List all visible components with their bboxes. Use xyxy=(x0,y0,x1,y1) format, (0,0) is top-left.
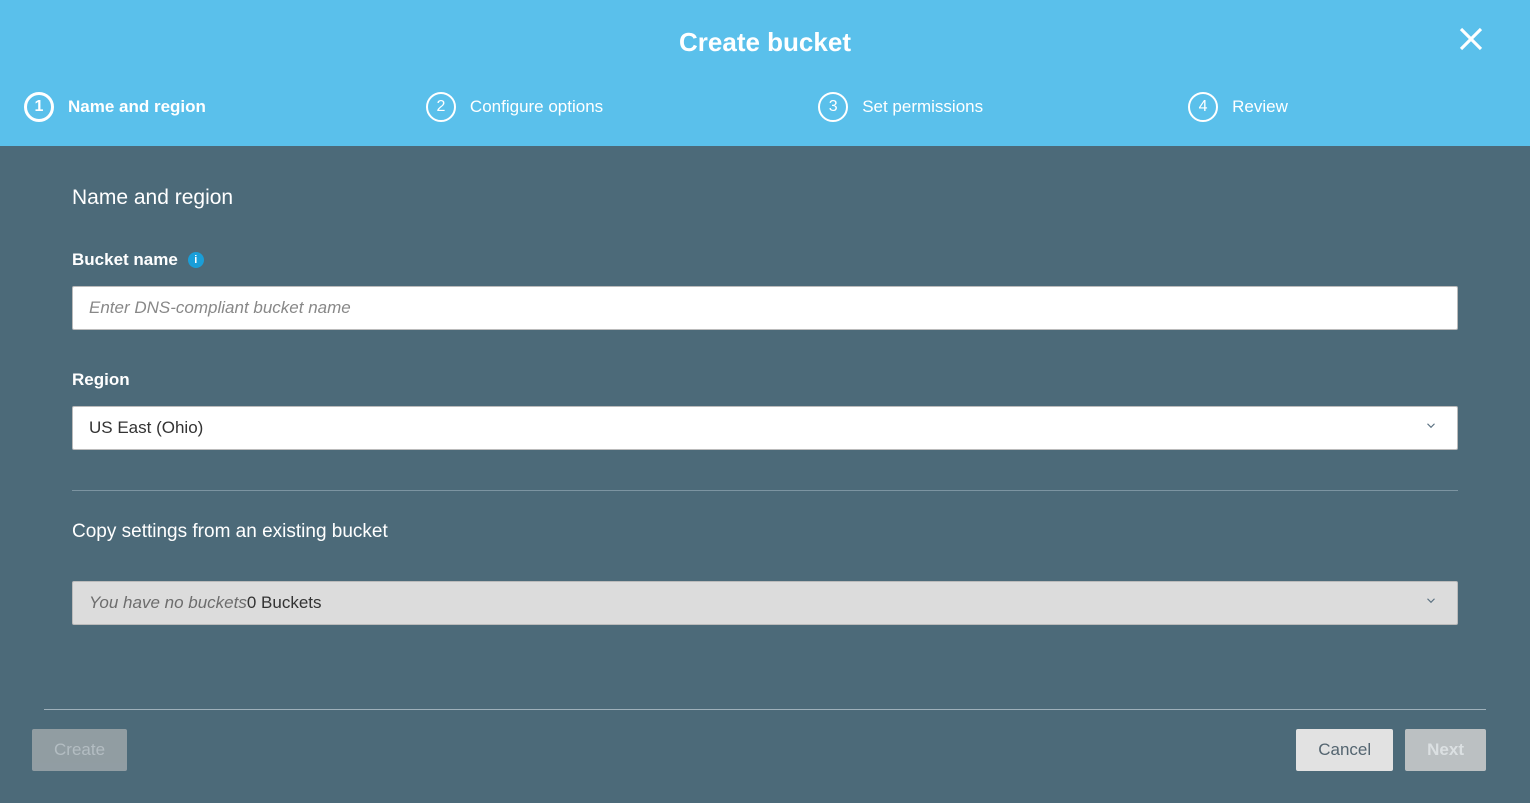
footer-divider xyxy=(44,709,1486,710)
footer-right-buttons: Cancel Next xyxy=(1296,729,1486,771)
bucket-name-input[interactable] xyxy=(72,286,1458,330)
title-bar: Create bucket xyxy=(0,0,1530,84)
step-set-permissions[interactable]: 3 Set permissions xyxy=(818,92,983,122)
copy-settings-field: You have no buckets0 Buckets xyxy=(72,581,1458,625)
next-button[interactable]: Next xyxy=(1405,729,1486,771)
section-title: Name and region xyxy=(72,186,1458,210)
region-label: Region xyxy=(72,370,1458,390)
copy-settings-select[interactable]: You have no buckets0 Buckets xyxy=(72,581,1458,625)
step-label: Review xyxy=(1232,97,1288,117)
region-value: US East (Ohio) xyxy=(89,418,203,438)
step-label: Configure options xyxy=(470,97,603,117)
create-bucket-modal: Create bucket 1 Name and region 2 Config… xyxy=(0,0,1530,803)
step-configure-options[interactable]: 2 Configure options xyxy=(426,92,603,122)
copy-count: 0 Buckets xyxy=(247,593,322,613)
modal-title: Create bucket xyxy=(679,27,851,58)
divider xyxy=(72,490,1458,491)
bucket-name-field: Bucket name i xyxy=(72,250,1458,330)
label-text: Bucket name xyxy=(72,250,178,270)
copy-settings-heading: Copy settings from an existing bucket xyxy=(72,521,1458,543)
cancel-button[interactable]: Cancel xyxy=(1296,729,1393,771)
close-button[interactable] xyxy=(1456,24,1486,59)
info-icon[interactable]: i xyxy=(188,252,204,268)
modal-header: Create bucket 1 Name and region 2 Config… xyxy=(0,0,1530,146)
modal-body: Name and region Bucket name i Region US … xyxy=(0,146,1530,803)
close-icon xyxy=(1456,24,1486,54)
step-label: Set permissions xyxy=(862,97,983,117)
step-number-icon: 4 xyxy=(1188,92,1218,122)
step-number-icon: 3 xyxy=(818,92,848,122)
label-text: Region xyxy=(72,370,130,390)
bucket-name-label: Bucket name i xyxy=(72,250,1458,270)
create-button[interactable]: Create xyxy=(32,729,127,771)
copy-empty-message: You have no buckets xyxy=(89,593,247,613)
modal-footer: Create Cancel Next xyxy=(0,709,1530,803)
region-select[interactable]: US East (Ohio) xyxy=(72,406,1458,450)
step-number-icon: 2 xyxy=(426,92,456,122)
wizard-steps: 1 Name and region 2 Configure options 3 … xyxy=(0,84,1530,146)
step-label: Name and region xyxy=(68,97,206,117)
step-review[interactable]: 4 Review xyxy=(1188,92,1288,122)
region-field: Region US East (Ohio) xyxy=(72,370,1458,450)
step-name-and-region[interactable]: 1 Name and region xyxy=(24,92,206,122)
step-number-icon: 1 xyxy=(24,92,54,122)
